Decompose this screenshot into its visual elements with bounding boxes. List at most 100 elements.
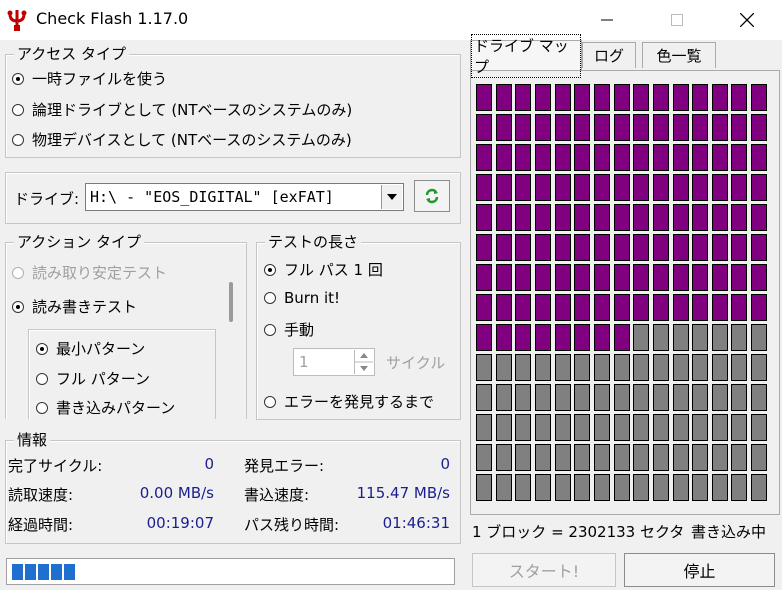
length-full-pass-radio[interactable]: フル パス 1 回 — [264, 259, 383, 280]
access-physical-device-radio[interactable]: 物理デバイスとして (NTベースのシステムのみ) — [12, 129, 352, 150]
map-block — [534, 414, 551, 441]
map-block — [574, 294, 591, 321]
access-temp-file-radio[interactable]: 一時ファイルを使う — [12, 68, 167, 89]
map-block — [554, 114, 571, 141]
radio-dot — [12, 133, 24, 146]
pattern-write-radio[interactable]: 書き込みパターン — [36, 397, 175, 418]
radio-dot — [12, 72, 24, 85]
map-block — [574, 114, 591, 141]
tab-color-list[interactable]: 色一覧 — [642, 42, 716, 68]
map-block — [652, 324, 669, 351]
map-block — [613, 204, 630, 231]
stop-button[interactable]: 停止 — [624, 553, 775, 587]
map-block — [711, 384, 728, 411]
map-block — [534, 444, 551, 471]
close-button[interactable] — [724, 0, 770, 40]
map-block — [692, 354, 709, 381]
map-block — [633, 354, 650, 381]
map-block — [672, 324, 689, 351]
map-block — [633, 174, 650, 201]
map-block — [672, 444, 689, 471]
map-block — [672, 234, 689, 261]
map-block — [554, 324, 571, 351]
refresh-drives-button[interactable] — [414, 180, 450, 212]
map-block — [515, 114, 532, 141]
access-logical-drive-radio[interactable]: 論理ドライブとして (NTベースのシステムのみ) — [12, 99, 352, 120]
length-manual-radio[interactable]: 手動 — [264, 319, 314, 340]
map-block — [672, 414, 689, 441]
errors-found-value: 0 — [440, 455, 450, 473]
map-block — [711, 294, 728, 321]
stepper-arrows-icon[interactable] — [355, 350, 373, 374]
map-block — [672, 474, 689, 501]
map-block — [731, 324, 748, 351]
write-speed-label: 書込速度: — [244, 486, 310, 504]
length-until-error-radio[interactable]: エラーを発見するまで — [264, 391, 434, 412]
drive-map-grid — [476, 84, 772, 506]
map-block — [711, 174, 728, 201]
pattern-full-radio[interactable]: フル パターン — [36, 368, 150, 389]
map-block — [515, 474, 532, 501]
action-read-stability-radio[interactable]: 読み取り安定テスト — [12, 262, 167, 283]
elapsed-time-value: 00:19:07 — [146, 514, 214, 532]
close-icon — [740, 13, 754, 27]
map-block — [672, 294, 689, 321]
drive-label: ドライブ: — [14, 190, 80, 208]
map-block — [593, 474, 610, 501]
map-block — [731, 84, 748, 111]
map-block — [593, 294, 610, 321]
map-block — [692, 294, 709, 321]
map-block — [554, 204, 571, 231]
map-block — [476, 174, 492, 201]
drive-select[interactable]: H:\ - "EOS_DIGITAL" [exFAT] — [85, 183, 404, 211]
map-block — [711, 264, 728, 291]
map-block — [613, 234, 630, 261]
map-block — [554, 384, 571, 411]
map-block — [534, 264, 551, 291]
map-block — [751, 444, 768, 471]
map-block — [534, 354, 551, 381]
map-block — [672, 264, 689, 291]
radio-dot — [264, 323, 276, 336]
map-block — [692, 114, 709, 141]
map-block — [613, 444, 630, 471]
map-block — [731, 114, 748, 141]
map-block — [672, 354, 689, 381]
map-block — [495, 114, 512, 141]
map-block — [515, 234, 532, 261]
minimize-button[interactable] — [584, 0, 630, 40]
tab-drive-map[interactable]: ドライブ マップ — [470, 33, 582, 78]
map-block — [515, 294, 532, 321]
map-block — [613, 354, 630, 381]
tab-log[interactable]: ログ — [582, 42, 636, 68]
maximize-button[interactable] — [654, 0, 700, 40]
manual-cycles-stepper[interactable]: 1 — [293, 348, 375, 376]
progress-segment — [12, 564, 23, 580]
map-block — [613, 384, 630, 411]
operation-status: 書き込み中 — [691, 523, 767, 541]
action-read-write-radio[interactable]: 読み書きテスト — [12, 296, 137, 317]
pattern-minimal-radio[interactable]: 最小パターン — [36, 338, 145, 359]
map-block — [515, 174, 532, 201]
action-scrollbar-thumb[interactable] — [229, 282, 233, 322]
cycles-done-label: 完了サイクル: — [8, 457, 103, 475]
map-block — [652, 384, 669, 411]
map-block — [574, 204, 591, 231]
map-block — [495, 234, 512, 261]
drive-dropdown-button[interactable] — [381, 185, 402, 209]
map-block — [692, 204, 709, 231]
map-block — [731, 264, 748, 291]
info-legend: 情報 — [14, 430, 51, 450]
radio-dot — [264, 395, 276, 408]
progress-segment — [38, 564, 49, 580]
map-block — [652, 204, 669, 231]
refresh-icon — [425, 188, 439, 204]
length-burn-it-radio[interactable]: Burn it! — [264, 289, 340, 307]
map-block — [711, 324, 728, 351]
map-block — [711, 204, 728, 231]
start-button[interactable]: スタート! — [472, 553, 616, 587]
map-block — [633, 324, 650, 351]
map-block — [652, 174, 669, 201]
map-block — [672, 204, 689, 231]
map-block — [672, 144, 689, 171]
